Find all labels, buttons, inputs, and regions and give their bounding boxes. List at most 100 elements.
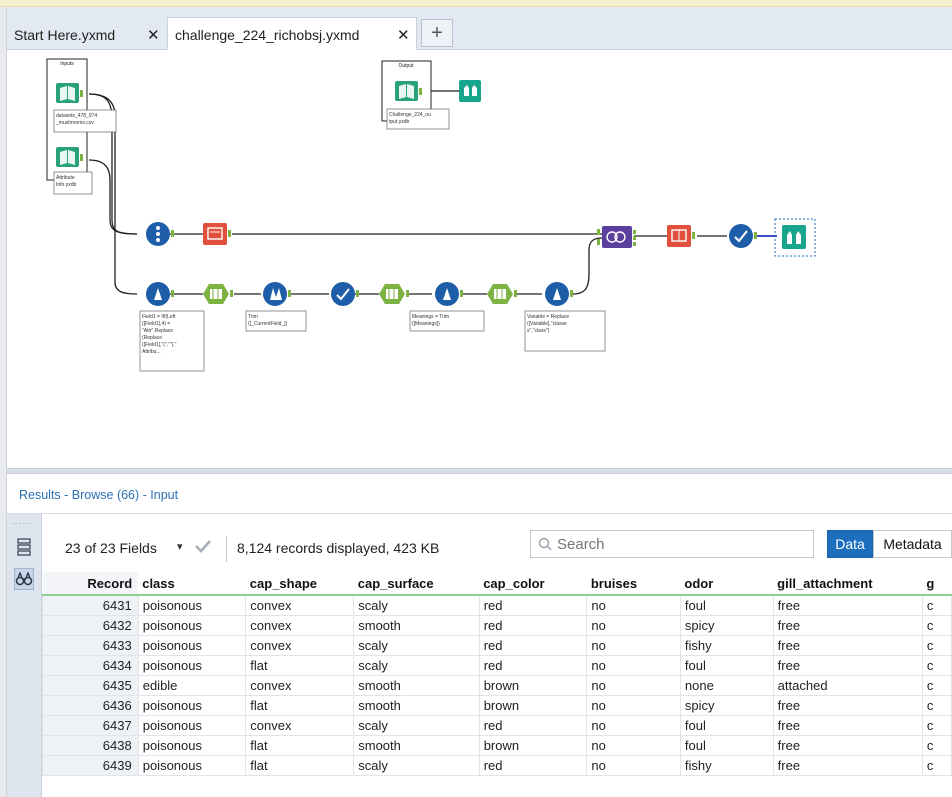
table-cell[interactable]: poisonous — [137, 694, 247, 716]
table-row[interactable]: 6437 poisonous convex scaly red no foul free c — [42, 714, 952, 736]
record-number-cell[interactable]: 6436 — [42, 694, 139, 716]
table-cell[interactable]: edible — [137, 674, 247, 696]
table-cell[interactable]: flat — [245, 734, 355, 756]
table-cell[interactable]: poisonous — [137, 654, 247, 676]
new-tab-button[interactable]: + — [421, 19, 453, 47]
tab-start-here[interactable]: Start Here.yxmd ✕ — [7, 19, 167, 50]
table-cell[interactable]: foul — [679, 654, 774, 676]
table-cell[interactable]: c — [921, 734, 952, 756]
table-cell[interactable]: poisonous — [137, 594, 247, 616]
close-icon[interactable]: ✕ — [147, 26, 160, 44]
table-cell[interactable]: smooth — [353, 674, 480, 696]
table-cell[interactable]: no — [586, 694, 681, 716]
table-cell[interactable]: attached — [772, 674, 923, 696]
table-cell[interactable]: free — [772, 734, 923, 756]
record-number-cell[interactable]: 6431 — [42, 594, 139, 616]
checkmark-icon[interactable] — [194, 539, 212, 556]
table-cell[interactable]: poisonous — [137, 734, 247, 756]
table-cell[interactable]: convex — [245, 614, 355, 636]
metadata-view-button[interactable]: Metadata — [873, 530, 952, 558]
column-header-cap-shape[interactable]: cap_shape — [245, 572, 354, 596]
table-cell[interactable]: red — [478, 594, 588, 616]
table-cell[interactable]: c — [921, 654, 952, 676]
table-cell[interactable]: free — [772, 654, 923, 676]
table-row[interactable]: 6435 edible convex smooth brown no none attache… — [42, 674, 952, 696]
table-cell[interactable]: scaly — [353, 754, 480, 776]
table-cell[interactable]: no — [586, 614, 681, 636]
column-header-record[interactable]: Record — [42, 572, 139, 596]
table-cell[interactable]: red — [478, 614, 588, 636]
table-cell[interactable]: brown — [478, 674, 588, 696]
table-cell[interactable]: no — [586, 714, 681, 736]
table-cell[interactable]: flat — [245, 694, 355, 716]
table-row[interactable]: 6431 poisonous convex scaly red no foul free c — [42, 594, 952, 616]
table-cell[interactable]: fishy — [679, 754, 774, 776]
table-cell[interactable]: convex — [245, 674, 355, 696]
record-number-cell[interactable]: 6438 — [42, 734, 139, 756]
table-cell[interactable]: c — [921, 674, 952, 696]
table-cell[interactable]: flat — [245, 654, 355, 676]
record-number-cell[interactable]: 6432 — [42, 614, 139, 636]
column-header-class[interactable]: class — [138, 572, 246, 596]
list-view-icon[interactable] — [14, 536, 34, 558]
column-header-cap-surface[interactable]: cap_surface — [353, 572, 480, 596]
table-row[interactable]: 6439 poisonous flat scaly red no fishy free c — [42, 754, 952, 776]
record-number-cell[interactable]: 6434 — [42, 654, 139, 676]
table-cell[interactable]: red — [478, 714, 588, 736]
table-cell[interactable]: no — [586, 754, 681, 776]
fields-count[interactable]: 23 of 23 Fields — [65, 540, 157, 556]
record-number-cell[interactable]: 6437 — [42, 714, 139, 736]
chevron-down-icon[interactable]: ▾ — [177, 540, 183, 553]
table-cell[interactable]: no — [586, 734, 681, 756]
table-cell[interactable]: free — [772, 754, 923, 776]
table-cell[interactable]: free — [772, 634, 923, 656]
table-cell[interactable]: c — [921, 634, 952, 656]
table-cell[interactable]: no — [586, 654, 681, 676]
tab-challenge-workflow[interactable]: challenge_224_richobsj.yxmd ✕ — [167, 17, 417, 51]
table-cell[interactable]: free — [772, 614, 923, 636]
table-cell[interactable]: flat — [245, 754, 355, 776]
column-header-truncated[interactable]: g — [922, 572, 952, 596]
table-cell[interactable]: foul — [679, 734, 774, 756]
table-cell[interactable]: none — [679, 674, 774, 696]
data-view-button[interactable]: Data — [827, 530, 873, 558]
close-icon[interactable]: ✕ — [397, 26, 410, 44]
record-number-cell[interactable]: 6433 — [42, 634, 139, 656]
table-cell[interactable]: convex — [245, 634, 355, 656]
record-number-cell[interactable]: 6439 — [42, 754, 139, 776]
table-cell[interactable]: poisonous — [137, 714, 247, 736]
table-cell[interactable]: scaly — [353, 714, 480, 736]
table-cell[interactable]: c — [921, 754, 952, 776]
column-header-odor[interactable]: odor — [680, 572, 774, 596]
table-cell[interactable]: spicy — [679, 694, 774, 716]
search-box[interactable] — [530, 530, 814, 558]
table-cell[interactable]: foul — [679, 714, 774, 736]
table-cell[interactable]: poisonous — [137, 614, 247, 636]
table-cell[interactable]: scaly — [353, 594, 480, 616]
table-row[interactable]: 6436 poisonous flat smooth brown no spicy free c — [42, 694, 952, 716]
table-row[interactable]: 6432 poisonous convex smooth red no spicy free c — [42, 614, 952, 636]
table-cell[interactable]: fishy — [679, 634, 774, 656]
table-row[interactable]: 6434 poisonous flat scaly red no foul free c — [42, 654, 952, 676]
table-cell[interactable]: c — [921, 594, 952, 616]
table-cell[interactable]: brown — [478, 694, 588, 716]
table-cell[interactable]: free — [772, 714, 923, 736]
table-cell[interactable]: free — [772, 694, 923, 716]
table-cell[interactable]: no — [586, 594, 681, 616]
table-cell[interactable]: spicy — [679, 614, 774, 636]
table-cell[interactable]: smooth — [353, 734, 480, 756]
table-cell[interactable]: c — [921, 714, 952, 736]
table-cell[interactable]: red — [478, 754, 588, 776]
table-cell[interactable]: convex — [245, 594, 355, 616]
table-cell[interactable]: poisonous — [137, 754, 247, 776]
table-cell[interactable]: scaly — [353, 654, 480, 676]
table-cell[interactable]: red — [478, 654, 588, 676]
binoculars-icon[interactable] — [14, 568, 34, 590]
table-cell[interactable]: c — [921, 614, 952, 636]
table-cell[interactable]: free — [772, 594, 923, 616]
table-cell[interactable]: no — [586, 674, 681, 696]
table-cell[interactable]: c — [921, 694, 952, 716]
table-row[interactable]: 6433 poisonous convex scaly red no fishy free c — [42, 634, 952, 656]
table-cell[interactable]: no — [586, 634, 681, 656]
table-cell[interactable]: smooth — [353, 614, 480, 636]
